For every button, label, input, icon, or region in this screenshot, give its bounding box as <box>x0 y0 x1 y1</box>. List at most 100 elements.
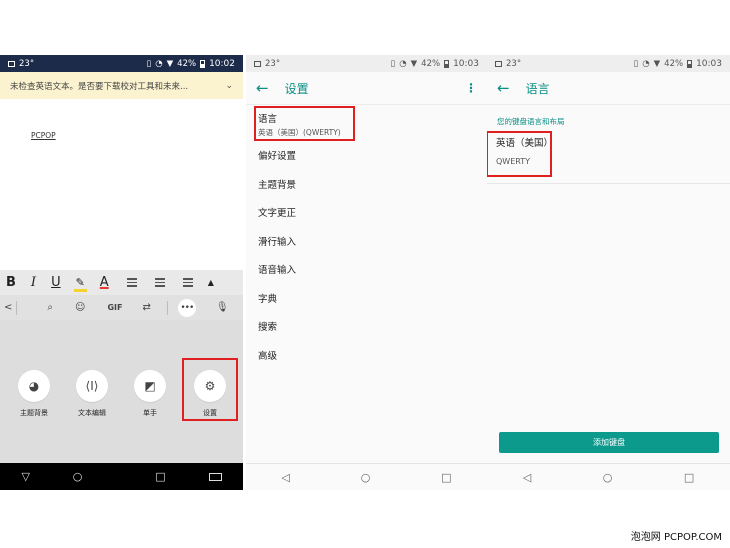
divider <box>16 300 18 315</box>
gif-button[interactable]: GIF <box>107 303 122 312</box>
highlight-box <box>182 358 238 421</box>
add-keyboard-button[interactable]: 添加键盘 <box>499 432 719 453</box>
tile-text-editing[interactable]: ⟨I⟩ 文本编辑 <box>75 370 109 418</box>
battery-icon <box>200 59 206 68</box>
status-bar: 23° ▯ ◔ ▼ 42% 10:02 <box>0 55 243 72</box>
section-header: 您的键盘语言和布局 <box>497 117 565 126</box>
mic-icon[interactable]: 🎙 <box>216 302 229 313</box>
settings-item-glide-typing[interactable]: 滑行输入 <box>258 227 487 256</box>
keyboard-suggestion-strip: < ⌕ ☺ GIF ⇄ ••• 🎙 <box>0 295 243 320</box>
keyboard-icon[interactable] <box>208 472 222 481</box>
format-toolbar: B I U ✎ A ▲ <box>0 270 243 295</box>
nav-home-icon[interactable]: ○ <box>603 471 613 484</box>
app-bar: ← 语言 <box>487 72 730 105</box>
clock: 10:03 <box>453 58 479 69</box>
settings-item-label: 文字更正 <box>258 208 297 220</box>
nav-recents-icon[interactable]: □ <box>155 470 165 483</box>
tile-label: 文本编辑 <box>78 409 106 417</box>
palette-icon: ◕ <box>18 370 50 402</box>
settings-item-voice-typing[interactable]: 语音输入 <box>258 255 487 284</box>
indent-icon[interactable] <box>180 276 193 289</box>
nav-bar: ◁ ○ □ <box>487 463 730 490</box>
proofing-notice[interactable]: 未检查英语文本。是否要下载校对工具和未来... ⌄ <box>0 72 243 99</box>
font-color-button[interactable]: A <box>100 275 109 290</box>
tile-theme[interactable]: ◕ 主题背景 <box>17 370 51 418</box>
alarm-icon: ◔ <box>642 58 650 69</box>
settings-item-label: 高级 <box>258 350 278 362</box>
italic-button[interactable]: I <box>31 275 36 290</box>
nav-back-icon[interactable]: ◁ <box>281 471 289 484</box>
battery-percent: 42% <box>177 58 197 69</box>
tile-one-handed[interactable]: ◩ 单手 <box>133 370 167 418</box>
proofing-notice-text: 未检查英语文本。是否要下载校对工具和未来... <box>10 81 189 92</box>
numbered-list-icon[interactable] <box>152 276 165 289</box>
wifi-icon: ▼ <box>410 58 418 69</box>
temperature: 23° <box>506 58 522 69</box>
temperature: 23° <box>19 58 35 69</box>
search-icon[interactable]: ⌕ <box>47 302 53 313</box>
vibrate-icon: ▯ <box>390 58 396 69</box>
nav-recents-icon[interactable]: □ <box>684 471 694 484</box>
cursor-icon: ⟨I⟩ <box>76 370 108 402</box>
tile-label: 主题背景 <box>20 409 48 417</box>
settings-item-dictionary[interactable]: 字典 <box>258 284 487 313</box>
nav-back-icon[interactable]: ◁ <box>523 471 531 484</box>
clock: 10:02 <box>209 58 235 69</box>
nav-back-icon[interactable]: ▽ <box>21 470 29 483</box>
translate-icon[interactable]: ⇄ <box>142 302 150 313</box>
settings-item-advanced[interactable]: 高级 <box>258 341 487 370</box>
app-bar: ← 设置 ⋮ <box>246 72 487 105</box>
vibrate-icon: ▯ <box>633 58 639 69</box>
settings-list: 语言 英语（美国）(QWERTY) 偏好设置 主题背景 文字更正 滑行输入 语音… <box>258 107 487 369</box>
settings-item-label: 滑行输入 <box>258 236 297 248</box>
battery-icon <box>687 59 693 68</box>
wifi-icon: ▼ <box>653 58 661 69</box>
back-arrow-icon[interactable]: ← <box>256 79 269 97</box>
settings-item-text-correction[interactable]: 文字更正 <box>258 198 487 227</box>
page-title: 语言 <box>525 81 550 96</box>
settings-item-label: 主题背景 <box>258 179 297 191</box>
keyboard-menu: ◕ 主题背景 ⟨I⟩ 文本编辑 ◩ 单手 ⚙ 设置 <box>0 320 243 463</box>
nav-home-icon[interactable]: ○ <box>361 471 371 484</box>
watermark: 泡泡网 PCPOP.COM <box>630 532 722 543</box>
image-notification-icon <box>8 60 15 67</box>
status-bar: 23° ▯ ◔ ▼ 42% 10:03 <box>487 55 730 72</box>
back-arrow-icon[interactable]: ← <box>497 79 510 97</box>
highlight-box <box>487 131 552 177</box>
clock: 10:03 <box>696 58 722 69</box>
nav-recents-icon[interactable]: □ <box>441 471 451 484</box>
chevron-down-icon[interactable]: ⌄ <box>225 81 233 91</box>
vibrate-icon: ▯ <box>146 58 152 69</box>
highlight-icon[interactable]: ✎ <box>73 276 88 292</box>
bold-button[interactable]: B <box>6 275 16 290</box>
languages-screen: 23° ▯ ◔ ▼ 42% 10:03 ← 语言 您的键盘语言和布局 英语（美国… <box>487 55 730 490</box>
more-icon[interactable]: ••• <box>177 298 196 317</box>
settings-item-label: 字典 <box>258 293 278 305</box>
settings-item-label: 偏好设置 <box>258 151 297 163</box>
tile-label: 单手 <box>143 409 157 417</box>
one-hand-icon: ◩ <box>134 370 166 402</box>
settings-item-search[interactable]: 搜索 <box>258 312 487 341</box>
back-icon[interactable]: < <box>4 302 12 313</box>
wifi-icon: ▼ <box>166 58 174 69</box>
image-notification-icon <box>254 60 261 67</box>
status-bar: 23° ▯ ◔ ▼ 42% 10:03 <box>246 55 487 72</box>
temperature: 23° <box>265 58 281 69</box>
divider <box>166 300 168 315</box>
settings-item-preferences[interactable]: 偏好设置 <box>258 141 487 170</box>
overflow-menu-icon[interactable]: ⋮ <box>465 81 477 95</box>
nav-home-icon[interactable]: ○ <box>73 470 83 483</box>
battery-percent: 42% <box>421 58 441 69</box>
bullet-list-icon[interactable] <box>124 276 137 289</box>
nav-bar: ▽ ○ □ <box>0 463 243 490</box>
document-text[interactable]: PCPOP <box>31 131 56 140</box>
settings-item-theme[interactable]: 主题背景 <box>258 170 487 199</box>
alarm-icon: ◔ <box>155 58 163 69</box>
underline-button[interactable]: U <box>51 275 61 290</box>
settings-item-label: 语音输入 <box>258 265 297 277</box>
collapse-toolbar-icon[interactable]: ▲ <box>208 278 214 287</box>
nav-bar: ◁ ○ □ <box>246 463 487 490</box>
battery-percent: 42% <box>664 58 684 69</box>
sticker-icon[interactable]: ☺ <box>75 302 85 313</box>
highlight-box <box>254 106 355 141</box>
